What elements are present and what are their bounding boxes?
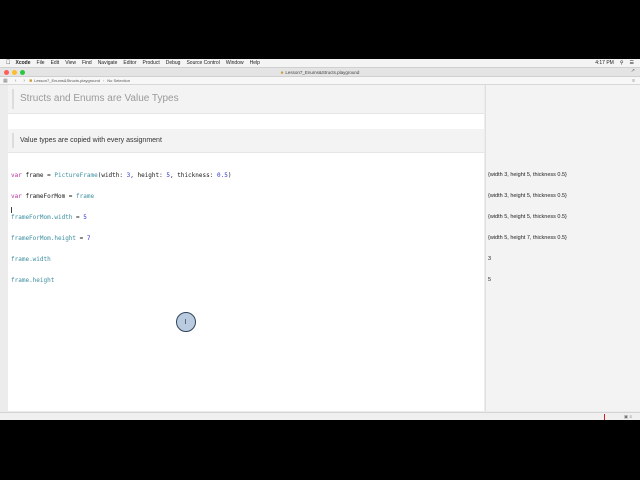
screen:  Xcode File Edit View Find Navigate Edi… <box>0 59 640 420</box>
code-editor[interactable]: Structs and Enums are Value Types Value … <box>8 85 484 411</box>
jump-bar-selection[interactable]: No Selection <box>107 78 130 83</box>
mouse-pointer-highlight <box>176 312 196 332</box>
result-line-2[interactable]: {width 3, height 5, thickness 0.5} <box>488 193 567 200</box>
variable-ref: frame <box>76 193 95 200</box>
operator: = <box>76 235 87 242</box>
type-name: PictureFrame <box>54 172 98 179</box>
playground-icon: ■ <box>29 77 33 84</box>
playground-file-icon: ■ <box>280 69 284 75</box>
markdown-gutter <box>12 133 14 148</box>
code-line-5[interactable]: frame.width <box>11 256 231 263</box>
menu-window[interactable]: Window <box>226 60 244 66</box>
result-values: {width 3, height 5, thickness 0.5} {widt… <box>488 158 567 298</box>
minimize-button[interactable] <box>12 69 17 75</box>
code-line-3[interactable]: frameForMom.width = 5 <box>11 214 231 221</box>
fullscreen-icon[interactable]: ↗ <box>631 68 635 74</box>
list-icon[interactable]: ☰ <box>630 60 634 66</box>
clock[interactable]: 4:17 PM <box>595 60 614 66</box>
code-line-1[interactable]: var frame = PictureFrame(width: 3, heigh… <box>11 172 231 179</box>
jump-bar-file[interactable]: Lesson7_Enums&Structs.playground <box>34 78 100 83</box>
number-literal: 5 <box>83 214 87 221</box>
debug-bar: ▣ ≡ <box>0 412 640 420</box>
keyword: var <box>11 193 22 200</box>
variable-ref: frameForMom <box>11 235 51 242</box>
result-line-4[interactable]: {width 5, height 7, thickness 0.5} <box>488 235 567 242</box>
code-line-6[interactable]: frame.height <box>11 277 231 284</box>
stop-indicator[interactable] <box>604 414 605 420</box>
i-beam-cursor-icon <box>185 319 186 324</box>
menu-find[interactable]: Find <box>82 60 92 66</box>
result-line-3[interactable]: {width 5, height 5, thickness 0.5} <box>488 214 567 221</box>
argument-label: , height: <box>130 172 167 179</box>
number-literal: 7 <box>86 235 91 242</box>
code-line-2[interactable]: var frameForMom = frame <box>11 193 231 200</box>
results-sidebar: {width 3, height 5, thickness 0.5} {widt… <box>485 85 640 411</box>
property-ref: .width <box>29 256 51 263</box>
property-ref: .width <box>50 214 73 221</box>
result-line-6[interactable]: 5 <box>488 277 567 284</box>
menu-help[interactable]: Help <box>250 60 260 66</box>
forward-arrow-icon[interactable]: › <box>23 78 25 84</box>
zoom-button[interactable] <box>20 69 25 75</box>
menu-file[interactable]: File <box>37 60 45 66</box>
status-area: 4:17 PM ⚲ ☰ <box>595 59 634 67</box>
variable-ref: frame <box>11 256 30 263</box>
window-title: Lesson7_Enums&Structs.playground <box>285 69 360 75</box>
menu-editor[interactable]: Editor <box>123 60 136 66</box>
variable-ref: frameForMom <box>11 214 51 221</box>
menu-debug[interactable]: Debug <box>166 60 181 66</box>
variable-ref: frame <box>11 277 30 284</box>
text-cursor <box>11 207 12 213</box>
code-lines[interactable]: var frame = PictureFrame(width: 3, heigh… <box>11 158 231 298</box>
property-ref: .height <box>50 235 77 242</box>
back-arrow-icon[interactable]: ‹ <box>15 78 17 84</box>
punctuation: ) <box>227 172 232 179</box>
close-button[interactable] <box>4 69 9 75</box>
menu-bar:  Xcode File Edit View Find Navigate Edi… <box>0 59 640 68</box>
related-items-icon[interactable]: ≡ <box>632 78 635 84</box>
operator: = <box>72 214 84 221</box>
title-bar: ■ Lesson7_Enums&Structs.playground ↗ <box>0 68 640 77</box>
chevron-right-icon: › <box>102 78 105 83</box>
property-ref: .height <box>29 277 55 284</box>
menu-edit[interactable]: Edit <box>51 60 60 66</box>
markdown-paragraph: Value types are copied with every assign… <box>20 137 162 144</box>
identifier: frame = <box>21 172 55 179</box>
markdown-heading: Structs and Enums are Value Types <box>20 93 179 104</box>
argument-label: , thickness: <box>170 172 217 179</box>
argument-label: (width: <box>97 172 127 179</box>
identifier: frameForMom = <box>21 193 77 200</box>
menu-view[interactable]: View <box>65 60 76 66</box>
menu-source-control[interactable]: Source Control <box>186 60 219 66</box>
menu-navigate[interactable]: Navigate <box>98 60 118 66</box>
markdown-gutter <box>12 89 14 109</box>
search-icon[interactable]: ⚲ <box>620 60 624 66</box>
window-controls <box>4 69 25 75</box>
code-line-4[interactable]: frameForMom.height = 7 <box>11 235 231 242</box>
result-line-1[interactable]: {width 3, height 5, thickness 0.5} <box>488 172 567 179</box>
number-literal: 0.5 <box>216 172 228 179</box>
result-line-5[interactable]: 3 <box>488 256 567 263</box>
menu-product[interactable]: Product <box>142 60 159 66</box>
grid-icon[interactable]: ▦ <box>3 78 8 84</box>
markdown-paragraph-block: Value types are copied with every assign… <box>8 129 484 153</box>
apple-icon[interactable]:  <box>6 60 11 66</box>
keyword: var <box>11 172 22 179</box>
menu-app[interactable]: Xcode <box>16 60 31 66</box>
debug-toggle-icon[interactable]: ▣ ≡ <box>624 414 632 420</box>
jump-bar: ▦ ‹ › ■ Lesson7_Enums&Structs.playground… <box>0 77 640 85</box>
markdown-heading-block: Structs and Enums are Value Types <box>8 85 484 114</box>
